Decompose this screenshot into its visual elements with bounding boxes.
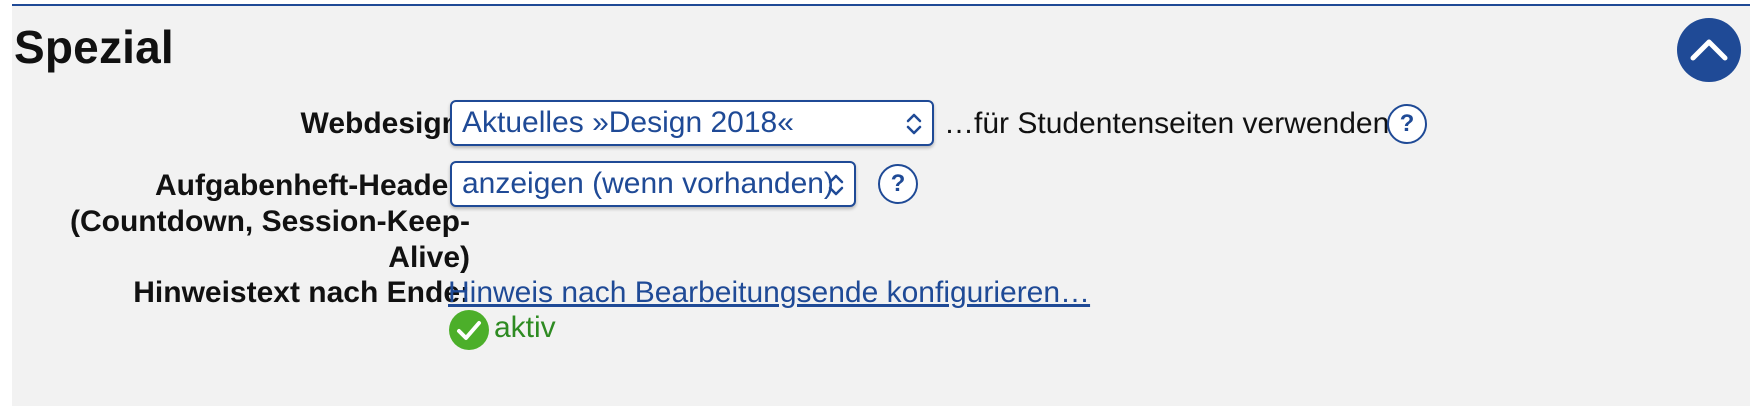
header-label-line3: Alive) — [388, 241, 470, 274]
header-label-line2: (Countdown, Session-Keep- — [70, 205, 470, 238]
webdesign-select[interactable]: Aktuelles »Design 2018« — [450, 100, 934, 146]
webdesign-help-button[interactable]: ? — [1387, 104, 1427, 144]
header-label: Aufgabenheft-Header: (Countdown, Session… — [70, 168, 470, 276]
header-select-value: anzeigen (wenn vorhanden) — [462, 167, 834, 200]
webdesign-suffix: …für Studentenseiten verwenden — [944, 107, 1390, 140]
hint-status: aktiv — [494, 311, 556, 344]
webdesign-label: Webdesign: — [300, 107, 470, 140]
select-arrows-icon — [828, 174, 844, 196]
hint-configure-link[interactable]: Hinweis nach Bearbeitungsende konfigurie… — [448, 275, 1090, 311]
section-title: Spezial — [14, 21, 174, 73]
hint-label: Hinweistext nach Ende: — [133, 276, 470, 309]
header-label-line1: Aufgabenheft-Header: — [154, 169, 470, 202]
chevron-up-icon — [1690, 39, 1728, 61]
webdesign-select-value: Aktuelles »Design 2018« — [462, 106, 794, 139]
header-select[interactable]: anzeigen (wenn vorhanden) — [450, 161, 856, 207]
special-section: Spezial Webdesign: Aktuelles »Design 201… — [12, 4, 1750, 406]
collapse-button[interactable] — [1677, 18, 1741, 82]
select-arrows-icon — [906, 113, 922, 135]
checkmark-icon — [449, 310, 489, 350]
header-help-button[interactable]: ? — [878, 164, 918, 204]
